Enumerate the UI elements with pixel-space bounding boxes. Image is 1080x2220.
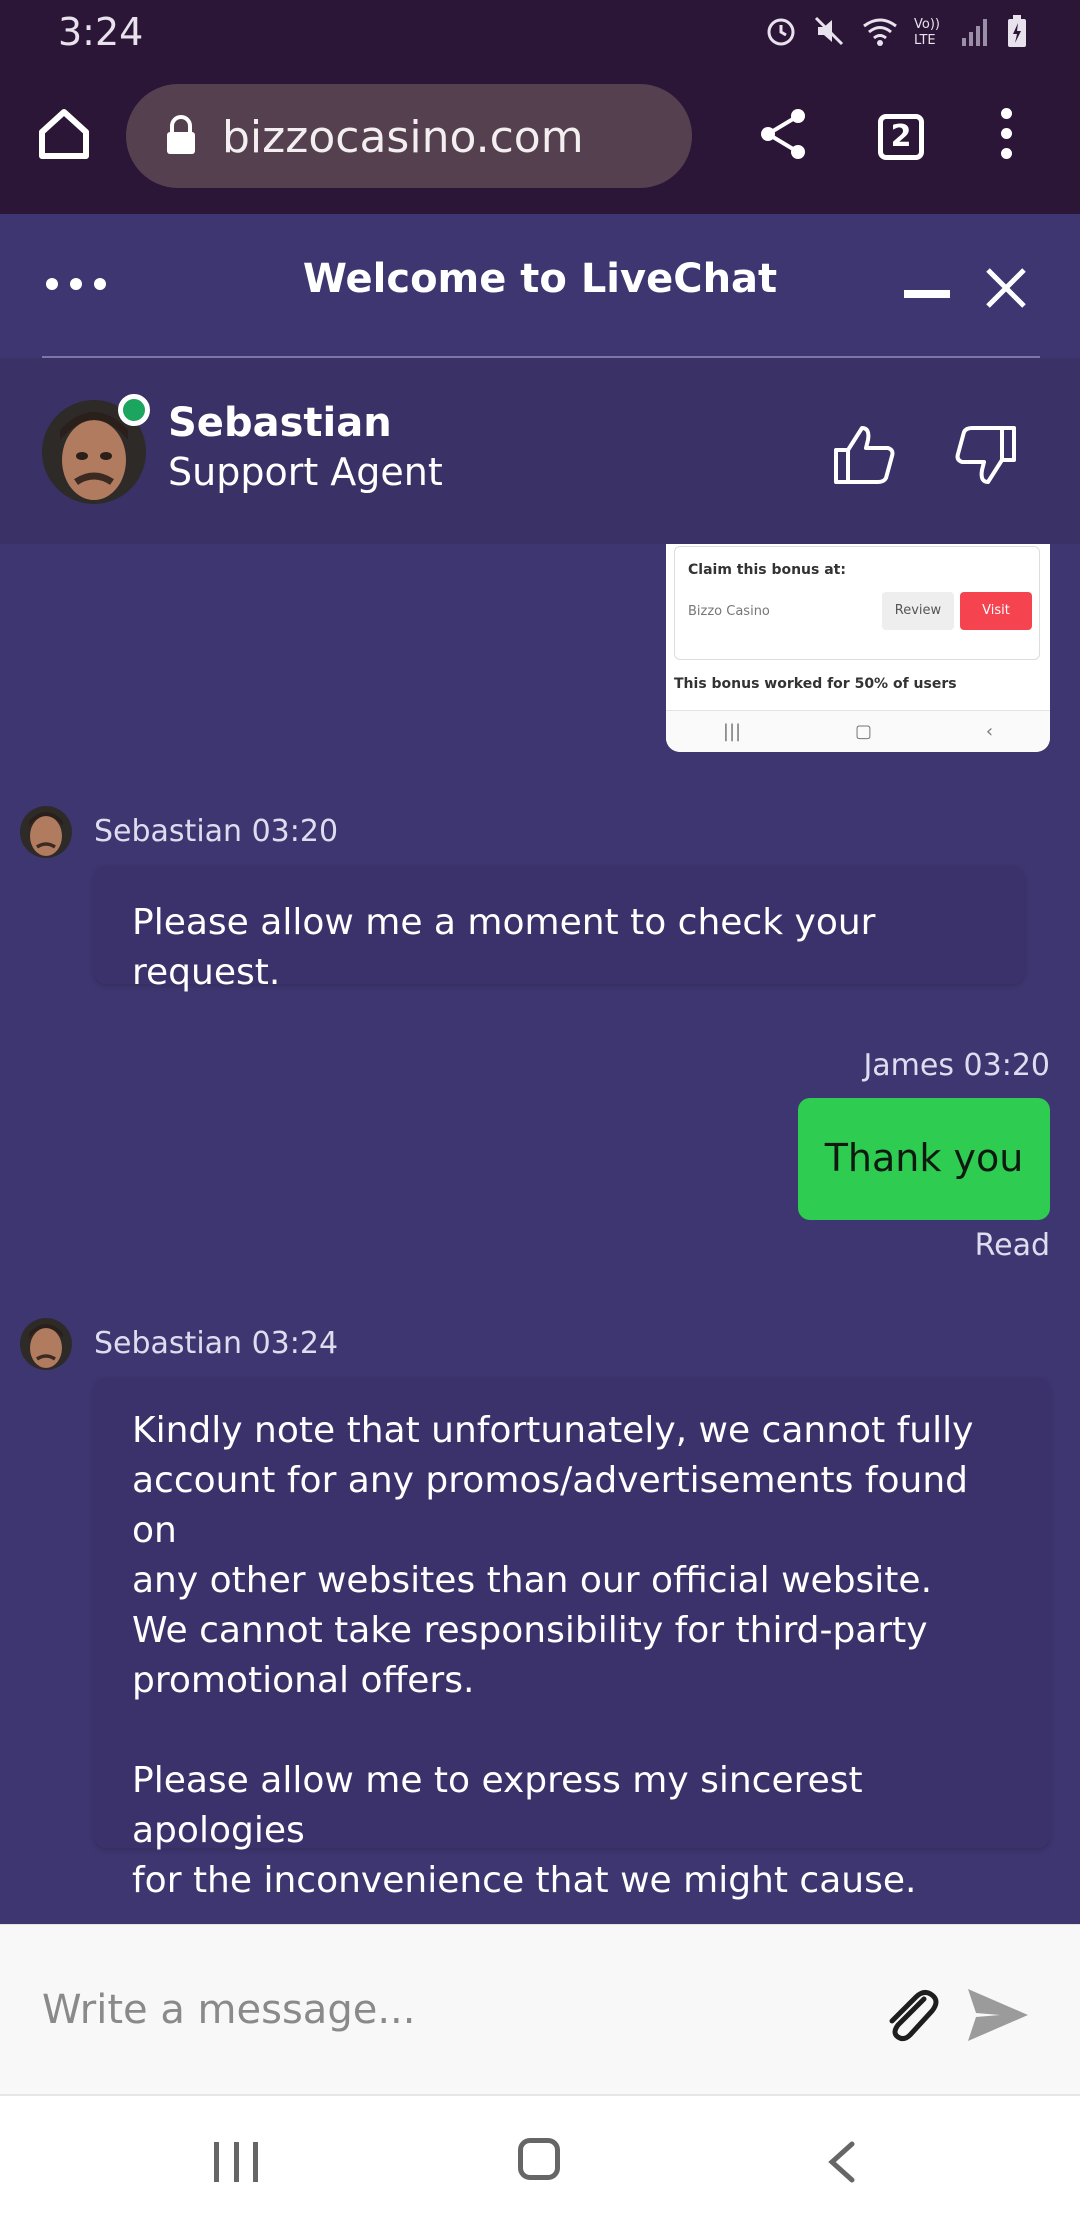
message-input[interactable]: Write a message... (42, 1987, 415, 2033)
claim-label: Claim this bonus at: (688, 562, 846, 578)
agent-name: Sebastian (168, 400, 392, 446)
home-button[interactable] (34, 104, 94, 164)
chat-header: Welcome to LiveChat Sebastian Support Ag… (0, 214, 1080, 544)
message-line: for the inconvenience that we might caus… (132, 1860, 917, 1901)
agent-message-avatar (20, 1318, 72, 1370)
wifi-icon (860, 14, 900, 52)
visit-label: Visit (960, 592, 1032, 630)
close-icon (986, 268, 1026, 308)
back-button[interactable] (824, 2140, 860, 2184)
close-button[interactable] (982, 264, 1030, 312)
message-line: any other websites than our official web… (132, 1560, 933, 1601)
agent-message-bubble: Please allow me a moment to check your r… (94, 866, 1024, 993)
signal-icon (960, 14, 992, 52)
casino-name: Bizzo Casino (688, 604, 770, 619)
rate-bad-button[interactable] (952, 422, 1018, 488)
message-line: promotional offers. (132, 1660, 475, 1701)
message-line: Kindly note that unfortunately, we canno… (132, 1410, 974, 1451)
message-meta: James 03:20 (863, 1048, 1050, 1083)
message-line (132, 1706, 1012, 1756)
screenshot-nav-bar: ||| ▢ ‹ (666, 710, 1050, 752)
address-bar[interactable]: bizzocasino.com (126, 84, 692, 188)
back-icon (828, 2141, 855, 2183)
paperclip-icon (889, 1989, 939, 2042)
chat-title-bar: Welcome to LiveChat (0, 214, 1080, 358)
svg-text:LTE: LTE (914, 33, 936, 48)
status-bar: 3:24 Vo)) LTE (0, 0, 1080, 64)
message-line: We cannot take responsibility for third-… (132, 1610, 928, 1651)
agent-message-bubble: Kindly note that unfortunately, we canno… (94, 1378, 1050, 1901)
message-meta: Sebastian 03:24 (94, 1326, 339, 1361)
send-icon (968, 1989, 1028, 2041)
agent-info: Sebastian Support Agent (0, 358, 1080, 544)
message-composer: Write a message... (0, 1924, 1080, 2094)
message-meta: Sebastian 03:20 (94, 814, 339, 849)
system-home-button[interactable] (518, 2138, 560, 2180)
volte-icon: Vo)) LTE (914, 14, 946, 52)
user-message-bubble: Thank you (798, 1098, 1050, 1220)
more-menu-button[interactable] (990, 108, 1022, 168)
recent-apps-button[interactable] (214, 2142, 258, 2182)
message-line: Please allow me to express my sincerest … (132, 1760, 863, 1851)
attach-button[interactable] (880, 1985, 942, 2047)
agent-message-avatar (20, 806, 72, 858)
message-list[interactable]: Claim this bonus at: Bizzo Casino Review… (0, 544, 1080, 1924)
alarm-icon (764, 14, 798, 52)
send-button[interactable] (966, 1985, 1030, 2045)
online-status-dot (118, 394, 150, 426)
bonus-footer-text: This bonus worked for 50% of users (674, 676, 957, 692)
share-icon (761, 109, 805, 159)
status-time: 3:24 (58, 10, 144, 54)
status-icons: Vo)) LTE (764, 14, 1028, 52)
agent-role: Support Agent (168, 450, 443, 494)
review-label: Review (882, 592, 954, 630)
rate-good-button[interactable] (832, 422, 898, 488)
minimize-button[interactable] (904, 290, 950, 298)
battery-icon (1006, 14, 1028, 52)
tabs-button[interactable]: 2 (878, 114, 924, 160)
share-button[interactable] (756, 104, 812, 164)
svg-text:Vo)): Vo)) (914, 17, 940, 32)
system-nav-bar (0, 2094, 1080, 2220)
thumbs-down-icon (955, 426, 1016, 484)
browser-toolbar: bizzocasino.com 2 (0, 64, 1080, 214)
shared-screenshot-image[interactable]: Claim this bonus at: Bizzo Casino Review… (666, 544, 1050, 752)
mute-icon (812, 14, 846, 52)
message-line: account for any promos/advertisements fo… (132, 1460, 969, 1551)
read-receipt: Read (974, 1228, 1050, 1263)
thumbs-up-icon (834, 426, 895, 484)
lock-icon (167, 115, 195, 154)
home-icon (39, 109, 89, 159)
url-text: bizzocasino.com (222, 112, 584, 163)
